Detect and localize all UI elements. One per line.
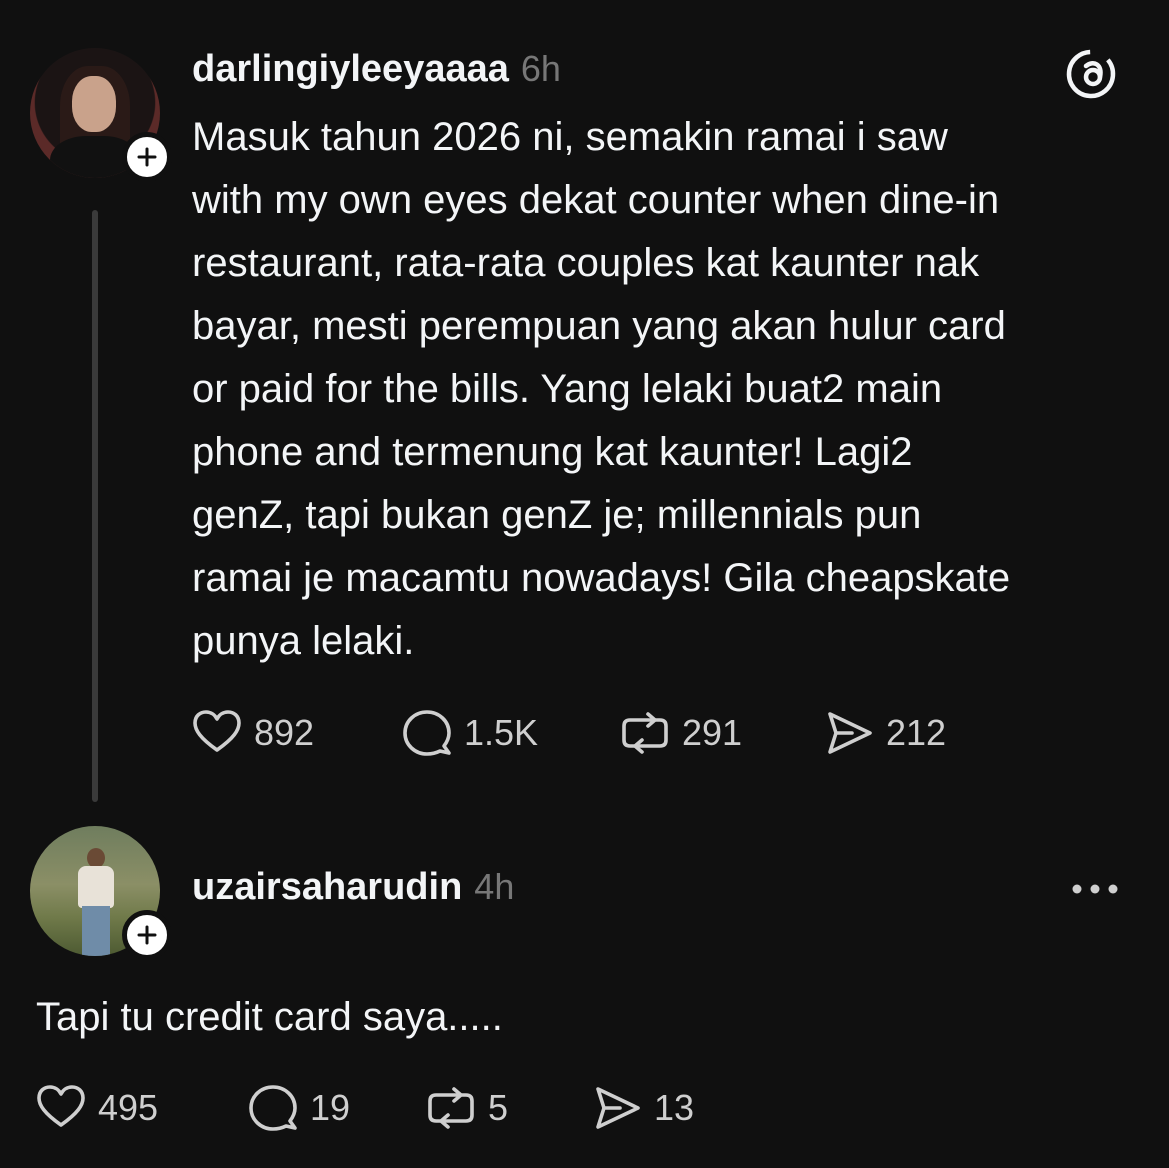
follow-plus-button[interactable] xyxy=(122,132,172,182)
reply-button[interactable]: 1.5K xyxy=(400,706,618,760)
like-button[interactable]: 495 xyxy=(34,1081,246,1135)
share-button[interactable]: 13 xyxy=(590,1081,694,1135)
plus-icon xyxy=(137,147,157,167)
reply-button[interactable]: 19 xyxy=(246,1081,424,1135)
send-icon xyxy=(596,1087,640,1129)
thread-connector-line xyxy=(92,210,98,802)
reply-header: uzairsaharudin 4h xyxy=(192,866,514,909)
repost-count: 5 xyxy=(488,1087,509,1128)
threads-logo-icon[interactable] xyxy=(1063,46,1119,102)
repost-button[interactable]: 5 xyxy=(424,1081,590,1135)
send-icon xyxy=(828,712,872,754)
author-avatar[interactable] xyxy=(30,48,172,182)
reply-actions: 495 19 5 13 xyxy=(34,1081,694,1135)
comment-bubble-icon xyxy=(403,710,451,756)
share-count: 13 xyxy=(654,1087,695,1128)
reply-timestamp: 4h xyxy=(474,866,515,907)
repost-button[interactable]: 291 xyxy=(618,706,822,760)
repost-count: 291 xyxy=(682,712,743,753)
reply-count: 19 xyxy=(310,1087,351,1128)
follow-plus-button[interactable] xyxy=(122,910,172,960)
share-count: 212 xyxy=(886,712,947,753)
post-body-text: Masuk tahun 2026 ni, semakin ramai i saw… xyxy=(192,115,1011,663)
post-header: darlingiyleeyaaaa 6h xyxy=(192,48,561,91)
heart-icon xyxy=(193,710,241,752)
reply-count: 1.5K xyxy=(464,712,539,753)
heart-icon xyxy=(37,1085,85,1127)
reply-body-text: Tapi tu credit card saya..... xyxy=(36,995,503,1039)
like-count: 495 xyxy=(98,1087,159,1128)
repost-icon xyxy=(622,712,668,754)
post-username[interactable]: darlingiyleeyaaaa xyxy=(192,48,509,91)
post-actions: 892 1.5K 291 212 xyxy=(190,706,946,760)
share-button[interactable]: 212 xyxy=(822,706,946,760)
plus-icon xyxy=(137,925,157,945)
like-count: 892 xyxy=(254,712,315,753)
more-options-icon[interactable] xyxy=(1069,874,1121,904)
repost-icon xyxy=(428,1087,474,1129)
reply-author-avatar[interactable] xyxy=(30,826,172,960)
reply-username[interactable]: uzairsaharudin xyxy=(192,866,462,909)
like-button[interactable]: 892 xyxy=(190,706,400,760)
comment-bubble-icon xyxy=(249,1085,297,1131)
post-timestamp: 6h xyxy=(520,48,561,89)
